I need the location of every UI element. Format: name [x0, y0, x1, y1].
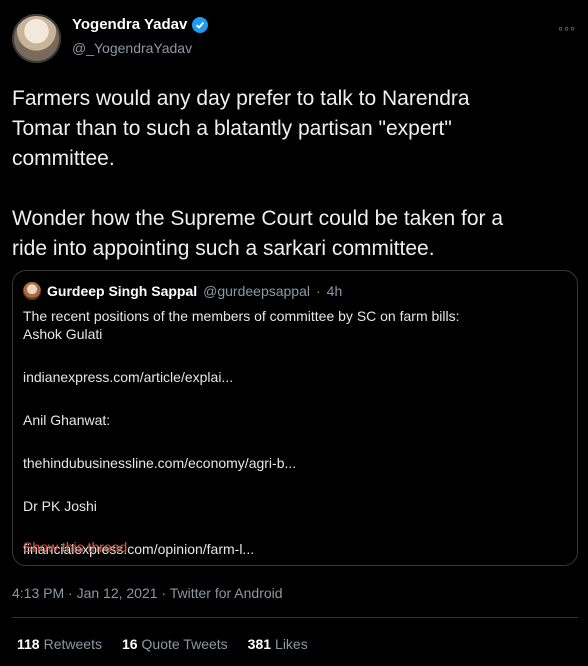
retweets-label: Retweets — [43, 636, 102, 652]
tweet-timestamp[interactable]: 4:13 PM · Jan 12, 2021 · Twitter for And… — [12, 585, 283, 601]
show-thread-link[interactable]: Show this thread — [23, 539, 127, 555]
retweets-stat[interactable]: 118 Retweets — [17, 636, 102, 652]
tweet-line: ride into appointing such a sarkari comm… — [12, 237, 435, 260]
tweet-text: Farmers would any day prefer to talk to … — [12, 84, 572, 264]
quoted-line: Dr PK Joshi — [23, 498, 97, 514]
verified-badge-icon — [192, 16, 209, 33]
author-handle[interactable]: @_YogendraYadav — [72, 40, 192, 56]
quoted-tweet[interactable]: Gurdeep Singh Sappal @gurdeepsappal · 4h… — [12, 270, 578, 566]
quoted-author-handle: @gurdeepsappal — [203, 283, 310, 299]
quoted-time: 4h — [326, 283, 343, 299]
quoted-link: indianexpress.com/article/explai... — [23, 369, 234, 385]
author-avatar[interactable] — [12, 14, 61, 63]
tweet-paragraph-1: Farmers would any day prefer to talk to … — [12, 84, 572, 174]
tweet-line: committee. — [12, 147, 115, 170]
tweet-line: Wonder how the Supreme Court could be ta… — [12, 207, 504, 230]
likes-count: 381 — [247, 636, 272, 652]
quoted-line: Ashok Gulati — [23, 326, 103, 342]
tweet-line: Tomar than to such a blatantly partisan … — [12, 117, 452, 140]
quoted-line: Anil Ghanwat: — [23, 412, 111, 428]
quote-tweets-label: Quote Tweets — [141, 636, 228, 652]
likes-stat[interactable]: 381 Likes — [248, 636, 308, 652]
quoted-link: thehindubusinessline.com/economy/agri-b.… — [23, 455, 297, 471]
author-name[interactable]: Yogendra Yadav — [72, 16, 187, 33]
quote-tweets-count: 16 — [121, 636, 138, 652]
tweet-stats: 118 Retweets 16 Quote Tweets 381 Likes — [17, 636, 308, 652]
quote-tweets-stat[interactable]: 16 Quote Tweets — [122, 636, 228, 652]
retweets-count: 118 — [17, 636, 40, 652]
quoted-line: The recent positions of the members of c… — [23, 308, 460, 324]
tweet-card: Yogendra Yadav @_YogendraYadav ◦◦◦ Farme… — [0, 0, 588, 666]
more-options-icon[interactable]: ◦◦◦ — [558, 20, 576, 36]
quoted-author-avatar — [23, 282, 41, 300]
likes-label: Likes — [275, 636, 308, 652]
tweet-line: Farmers would any day prefer to talk to … — [12, 87, 470, 110]
quoted-tweet-header: Gurdeep Singh Sappal @gurdeepsappal · 4h — [23, 282, 342, 300]
quoted-separator: · — [316, 283, 321, 299]
quoted-author-name: Gurdeep Singh Sappal — [47, 283, 198, 299]
tweet-paragraph-2: Wonder how the Supreme Court could be ta… — [12, 204, 572, 264]
tweet-header: Yogendra Yadav @_YogendraYadav ◦◦◦ — [12, 14, 576, 66]
quoted-tweet-text: The recent positions of the members of c… — [23, 307, 568, 558]
author-name-row: Yogendra Yadav — [72, 16, 209, 33]
divider — [12, 617, 578, 618]
